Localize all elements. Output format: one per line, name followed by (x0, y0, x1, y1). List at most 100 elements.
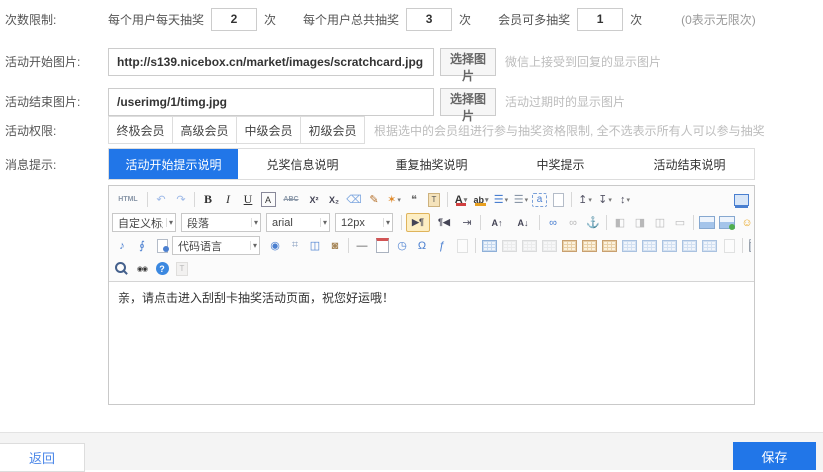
remove-format-icon[interactable]: ⌫ (345, 190, 363, 209)
back-button[interactable]: 返回 (0, 443, 85, 472)
toolbar-separator (539, 215, 540, 230)
limit-field-suffix: 次 (264, 11, 276, 28)
insert-date-icon[interactable] (373, 236, 391, 255)
image-center-icon: ◫ (651, 213, 669, 232)
merge-right-icon[interactable] (620, 236, 638, 255)
start-image-label: 活动开始图片: (5, 53, 108, 70)
bold-icon[interactable]: B (199, 190, 217, 209)
limit-count-input[interactable] (406, 8, 452, 31)
merge-down-icon[interactable] (640, 236, 658, 255)
format-painter-icon[interactable]: ✎ (365, 190, 383, 209)
horizontal-rule-icon[interactable]: — (353, 236, 371, 255)
bordered-text-icon[interactable] (259, 190, 277, 209)
split-cell-icon[interactable] (600, 236, 618, 255)
limit-count-input[interactable] (577, 8, 623, 31)
italic-icon[interactable]: I (219, 190, 237, 209)
message-tab[interactable]: 重复抽奖说明 (367, 149, 496, 179)
start-image-input[interactable] (108, 48, 434, 76)
message-tabs-row: 消息提示: 活动开始提示说明兑奖信息说明重复抽奖说明中奖提示活动结束说明 (5, 148, 823, 180)
line-height-icon[interactable]: ↕▾ (616, 190, 634, 209)
paragraph-format-select[interactable]: 段落▾ (181, 213, 261, 232)
undo-icon[interactable]: ↶ (152, 190, 170, 209)
help-icon[interactable] (153, 259, 171, 278)
online-image-icon[interactable] (718, 213, 736, 232)
insert-time-icon[interactable]: ◷ (393, 236, 411, 255)
page-break-icon[interactable]: ⌗ (286, 236, 304, 255)
footer-bar: 返回 保存 (0, 432, 823, 470)
strikethrough-icon[interactable]: ABC (279, 190, 303, 209)
subscript-icon[interactable]: X₂ (325, 190, 343, 209)
start-image-choose-button[interactable]: 选择图片 (440, 48, 496, 76)
end-image-input[interactable] (108, 88, 434, 116)
paragraph-space-after-icon[interactable]: ↧▾ (596, 190, 614, 209)
split-rows-icon[interactable] (680, 236, 698, 255)
preview-icon[interactable] (113, 259, 131, 278)
member-option-button[interactable]: 中级会员 (236, 116, 301, 144)
insert-row-icon[interactable] (560, 236, 578, 255)
font-size-select[interactable]: 12px▾ (335, 213, 393, 232)
to-lowercase-icon[interactable]: A↓ (511, 213, 535, 232)
attachment-icon[interactable]: ∮ (133, 236, 151, 255)
toolbar-separator (194, 192, 195, 207)
fullscreen-icon[interactable] (732, 190, 750, 209)
insert-code-icon[interactable]: ◉ (266, 236, 284, 255)
snapshot-icon[interactable]: ◙ (326, 236, 344, 255)
emotion-icon[interactable]: ☺ (738, 213, 751, 232)
blank-doc-icon[interactable] (549, 190, 567, 209)
background-color-icon[interactable]: ab▾ (472, 190, 490, 209)
message-tab[interactable]: 中奖提示 (496, 149, 625, 179)
save-button[interactable]: 保存 (733, 442, 816, 470)
print-icon[interactable] (747, 236, 751, 255)
auto-typeset-icon[interactable]: ✶▾ (385, 190, 403, 209)
table-text-icon (720, 236, 738, 255)
message-tab[interactable]: 活动开始提示说明 (109, 149, 238, 179)
limit-field-label: 会员可多抽奖 (498, 11, 570, 28)
message-tab[interactable]: 兑奖信息说明 (238, 149, 367, 179)
custom-title-select[interactable]: 自定义标题▾ (112, 213, 176, 232)
member-option-button[interactable]: 高级会员 (172, 116, 237, 144)
to-uppercase-icon[interactable]: A↑ (485, 213, 509, 232)
insert-table-icon[interactable] (480, 236, 498, 255)
message-tab-bar: 活动开始提示说明兑奖信息说明重复抽奖说明中奖提示活动结束说明 (108, 148, 755, 180)
permission-hint: 根据选中的会员组进行参与抽奖资格限制, 全不选表示所有人可以参与抽奖 (374, 122, 765, 139)
insert-map-icon[interactable] (153, 236, 171, 255)
blockquote-icon[interactable]: ❝ (405, 190, 423, 209)
limit-count-input[interactable] (211, 8, 257, 31)
toolbar-separator (147, 192, 148, 207)
end-image-choose-button[interactable]: 选择图片 (440, 88, 496, 116)
limit-hint: (0表示无限次) (681, 11, 756, 28)
image-inline-icon: ▭ (671, 213, 689, 232)
font-color-icon[interactable]: A▾ (452, 190, 470, 209)
direction-ltr-icon[interactable]: ▶¶ (406, 213, 430, 232)
inline-anchor-icon[interactable]: a (532, 193, 547, 207)
split-cols-icon[interactable] (700, 236, 718, 255)
insert-col-icon[interactable] (580, 236, 598, 255)
formula-icon[interactable]: ƒ (433, 236, 451, 255)
member-option-button[interactable]: 终极会员 (108, 116, 173, 144)
ordered-list-icon[interactable]: ☰▾ (492, 190, 510, 209)
code-language-select[interactable]: 代码语言▾ (172, 236, 260, 255)
superscript-icon[interactable]: X² (305, 190, 323, 209)
paragraph-space-before-icon[interactable]: ↥▾ (576, 190, 594, 209)
music-icon[interactable]: ♪ (113, 236, 131, 255)
insert-iframe-icon[interactable]: ◫ (306, 236, 324, 255)
editor-content[interactable]: 亲，请点击进入刮刮卡抽奖活动页面，祝您好运哦！ (109, 281, 754, 404)
insert-image-icon[interactable] (698, 213, 716, 232)
special-char-icon[interactable]: Ω (413, 236, 431, 255)
unordered-list-icon[interactable]: ☰▾ (512, 190, 530, 209)
custom-title-select-value: 自定义标题 (118, 215, 163, 231)
html-source-icon[interactable]: HTML (113, 190, 143, 209)
anchor-icon[interactable]: ⚓ (584, 213, 602, 232)
search-replace-icon[interactable]: ◉◉ (133, 259, 151, 278)
indent-icon[interactable]: ⇥ (458, 213, 476, 232)
font-family-select[interactable]: arial▾ (266, 213, 330, 232)
underline-icon[interactable]: U (239, 190, 257, 209)
limit-field-suffix: 次 (630, 11, 642, 28)
redo-icon[interactable]: ↷ (172, 190, 190, 209)
direction-rtl-icon[interactable]: ¶◀ (432, 213, 456, 232)
merge-cells-icon[interactable] (660, 236, 678, 255)
member-option-button[interactable]: 初级会员 (300, 116, 365, 144)
paste-plain-text-icon[interactable] (425, 190, 443, 209)
message-tab[interactable]: 活动结束说明 (625, 149, 754, 179)
link-icon[interactable]: ∞ (544, 213, 562, 232)
